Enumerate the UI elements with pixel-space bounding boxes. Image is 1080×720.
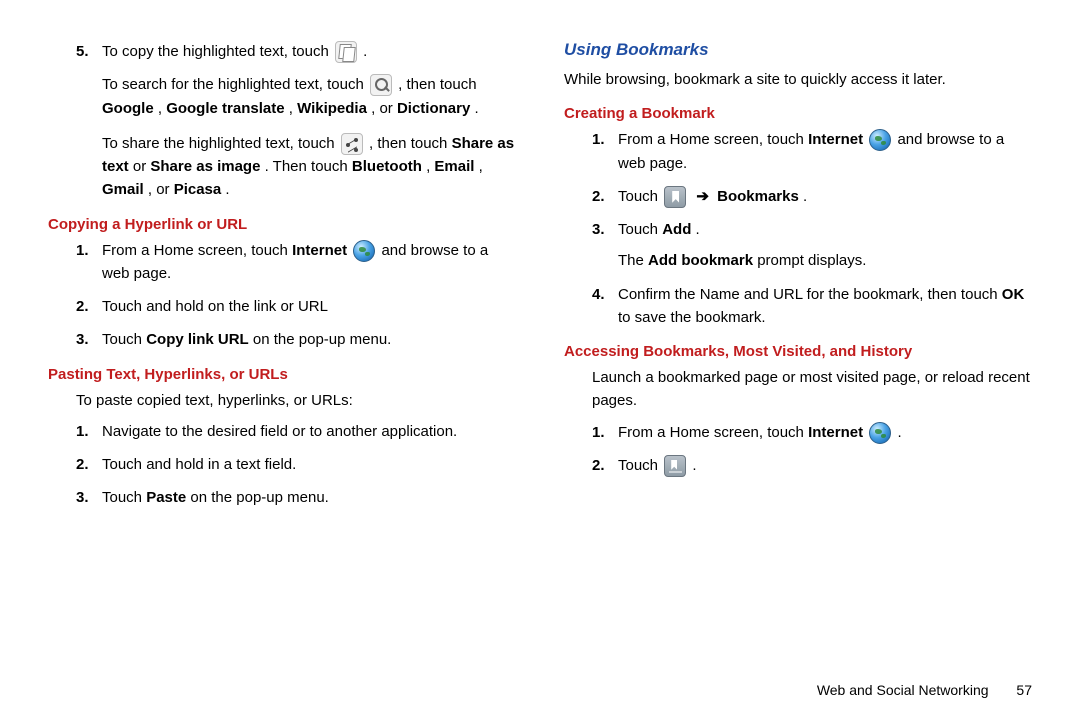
copy-hyperlink-steps: 1. From a Home screen, touch Internet an… xyxy=(76,239,516,352)
globe-icon xyxy=(869,129,891,151)
list-item: 3. Touch Copy link URL on the pop-up men… xyxy=(76,328,516,351)
list-item: 2. Touch and hold on the link or URL xyxy=(76,295,516,318)
list-item: 1. From a Home screen, touch Internet an… xyxy=(76,239,516,286)
globe-icon xyxy=(869,422,891,444)
bookmarks-icon xyxy=(664,186,686,208)
copy-icon xyxy=(335,41,357,63)
body-text: To paste copied text, hyperlinks, or URL… xyxy=(76,389,516,412)
highlighted-text-steps: 5. To copy the highlighted text, touch .… xyxy=(76,40,516,202)
heading-copy-hyperlink: Copying a Hyperlink or URL xyxy=(48,216,516,233)
step-number: 5. xyxy=(76,40,89,63)
body-text: To search for the highlighted text, touc… xyxy=(102,73,516,120)
footer-section: Web and Social Networking xyxy=(817,682,989,698)
list-item: 2. Touch . xyxy=(592,454,1032,477)
step-5: 5. To copy the highlighted text, touch .… xyxy=(76,40,516,202)
body-text: To share the highlighted text, touch , t… xyxy=(102,132,516,202)
list-item: 3. Touch Paste on the pop-up menu. xyxy=(76,486,516,509)
body-text: The Add bookmark prompt displays. xyxy=(618,249,1032,272)
page-columns: 5. To copy the highlighted text, touch .… xyxy=(48,40,1032,520)
list-item: 1. Navigate to the desired field or to a… xyxy=(76,420,516,443)
paste-steps: 1. Navigate to the desired field or to a… xyxy=(76,420,516,510)
heading-access-bookmarks: Accessing Bookmarks, Most Visited, and H… xyxy=(564,343,1032,360)
page-footer: Web and Social Networking 57 xyxy=(817,682,1032,698)
create-bookmark-steps: 1. From a Home screen, touch Internet an… xyxy=(592,128,1032,329)
heading-paste: Pasting Text, Hyperlinks, or URLs xyxy=(48,366,516,383)
body-text: Launch a bookmarked page or most visited… xyxy=(592,366,1032,413)
share-icon xyxy=(341,133,363,155)
globe-icon xyxy=(353,240,375,262)
bookmarks-tab-icon xyxy=(664,455,686,477)
list-item: 1. From a Home screen, touch Internet an… xyxy=(592,128,1032,175)
heading-creating-bookmark: Creating a Bookmark xyxy=(564,105,1032,122)
list-item: 4. Confirm the Name and URL for the book… xyxy=(592,283,1032,330)
list-item: 2. Touch and hold in a text field. xyxy=(76,453,516,476)
list-item: 1. From a Home screen, touch Internet . xyxy=(592,421,1032,444)
left-column: 5. To copy the highlighted text, touch .… xyxy=(48,40,516,520)
heading-using-bookmarks: Using Bookmarks xyxy=(564,40,1032,60)
body-text: . xyxy=(363,43,367,60)
body-text: While browsing, bookmark a site to quick… xyxy=(564,68,1032,91)
list-item: 2. Touch ➔ Bookmarks . xyxy=(592,185,1032,208)
list-item: 3. Touch Add . The Add bookmark prompt d… xyxy=(592,218,1032,273)
access-bookmarks-steps: 1. From a Home screen, touch Internet . … xyxy=(592,421,1032,478)
page-number: 57 xyxy=(1016,682,1032,698)
body-text: To copy the highlighted text, touch xyxy=(102,43,333,60)
search-icon xyxy=(370,74,392,96)
right-column: Using Bookmarks While browsing, bookmark… xyxy=(564,40,1032,520)
arrow-icon: ➔ xyxy=(696,188,709,205)
